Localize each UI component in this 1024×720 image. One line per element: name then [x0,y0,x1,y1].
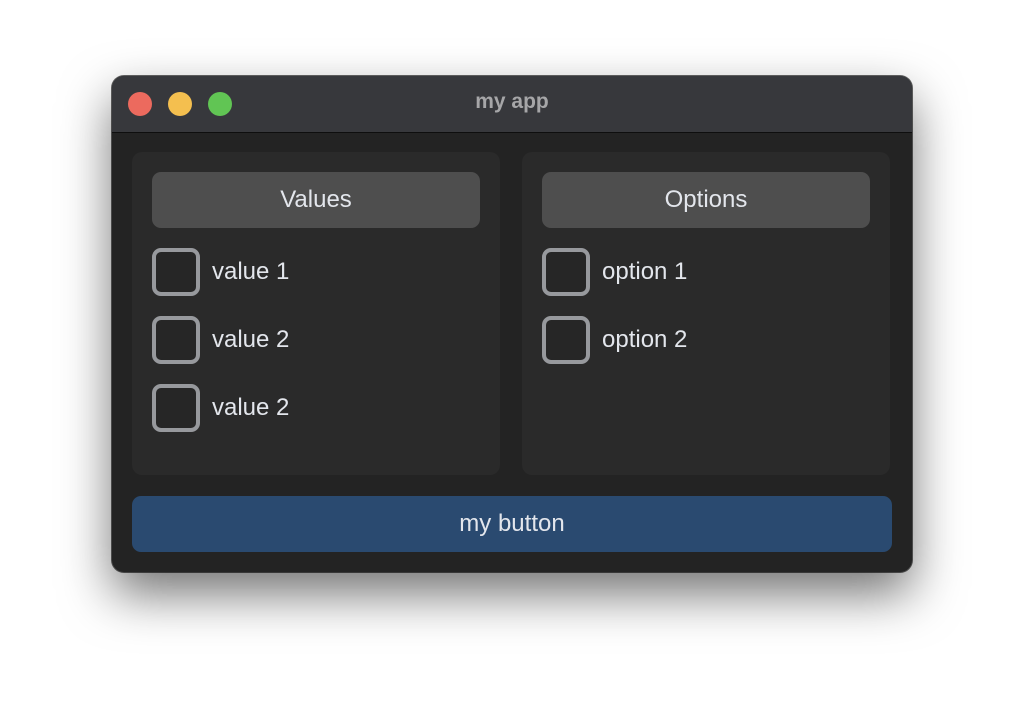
values-panel: Values value 1 value 2 value 2 [132,152,500,475]
option-1-checkbox-row[interactable]: option 1 [542,248,687,296]
checkbox-label: value 2 [212,394,290,421]
checkbox[interactable] [542,316,590,364]
checkbox-label: value 2 [212,326,290,353]
checkbox[interactable] [152,384,200,432]
value-1-checkbox-row[interactable]: value 1 [152,248,289,296]
value-3-checkbox-row[interactable]: value 2 [152,384,289,432]
window-title: my app [475,90,549,113]
options-panel: Options option 1 option 2 [522,152,890,475]
value-2-checkbox-row[interactable]: value 2 [152,316,289,364]
values-header-button[interactable]: Values [152,172,480,228]
checkbox[interactable] [152,316,200,364]
checkbox-label: option 1 [602,258,688,285]
my-button[interactable]: my button [132,496,892,552]
checkbox[interactable] [152,248,200,296]
checkbox[interactable] [542,248,590,296]
checkbox-label: value 1 [212,258,290,285]
title-bar[interactable]: my app [112,76,912,133]
option-2-checkbox-row[interactable]: option 2 [542,316,687,364]
checkbox-label: option 2 [602,326,688,353]
app-window: my app Values value 1 value 2 value 2 Op… [112,76,912,572]
options-header-button[interactable]: Options [542,172,870,228]
